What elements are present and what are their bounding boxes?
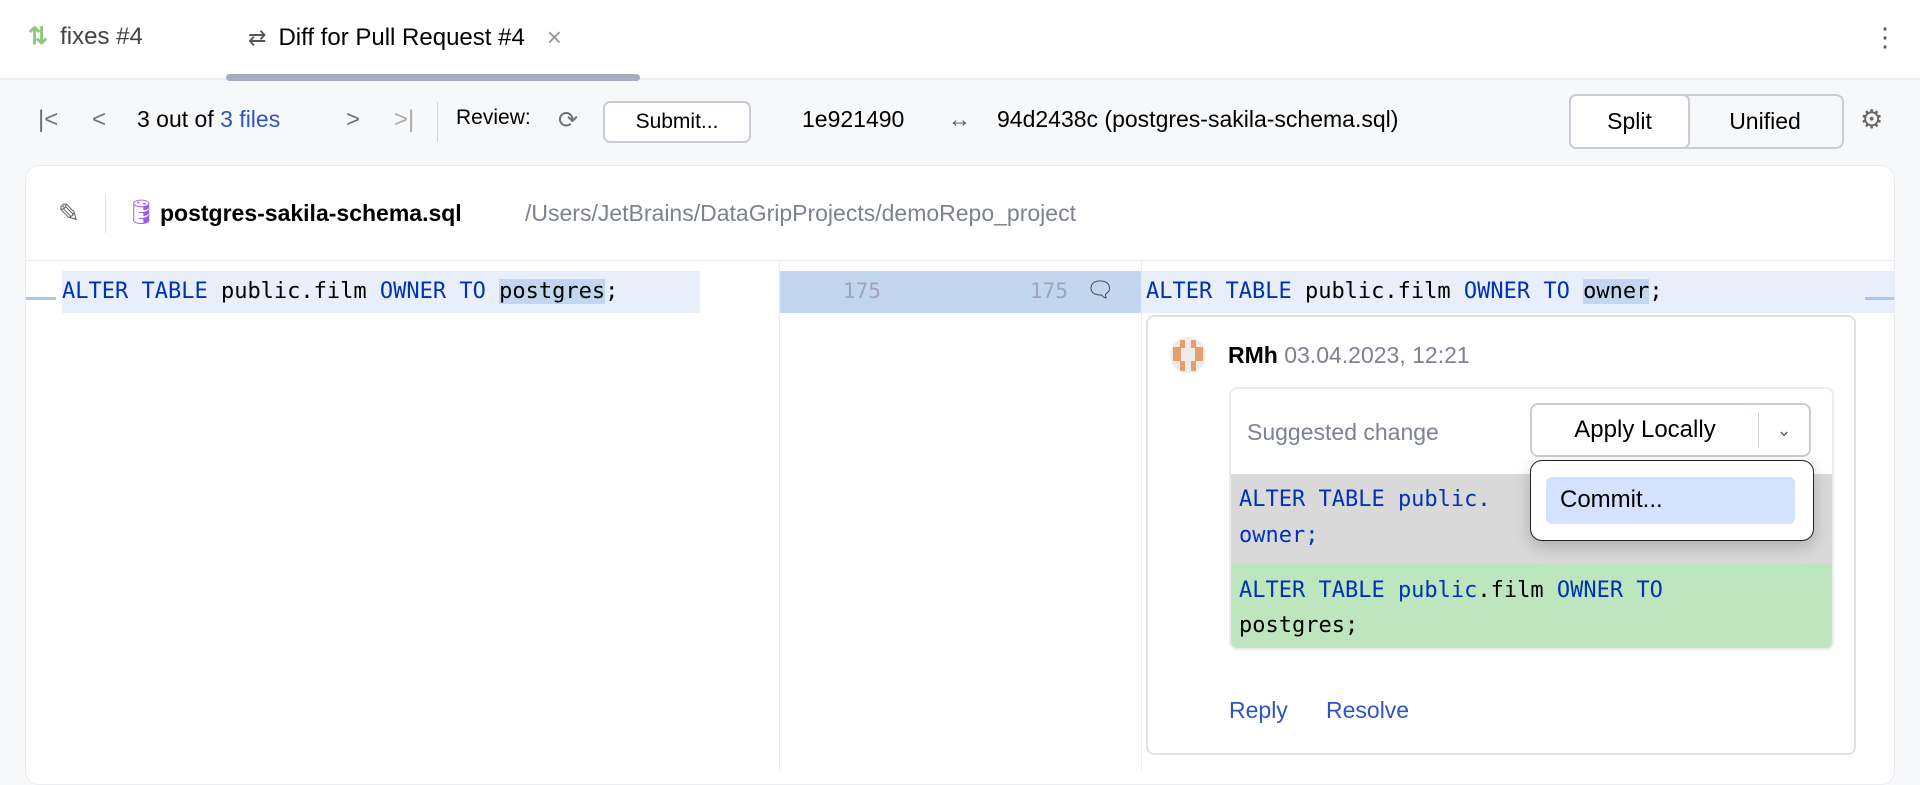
tab-bar: ⇅ fixes #4 ⇄ Diff for Pull Request #4 × … [0,0,1920,81]
file-position: 3 out of 3 files [137,106,281,133]
change-marker-right [1865,297,1894,300]
edit-pencil-icon[interactable]: ✎ [58,198,80,229]
avatar [1170,337,1206,373]
right-line-number: 175 [1030,279,1068,303]
swap-icon[interactable]: ↔ [948,106,971,133]
pane-divider-left [779,261,780,770]
added-line: ALTER TABLE public.film OWNER TO [1239,578,1663,603]
last-icon: >| [394,106,415,133]
added-line: postgres; [1239,613,1359,638]
split-button[interactable]: Split [1569,94,1690,149]
removed-line: owner; [1239,523,1319,548]
left-line-number: 175 [843,279,881,303]
submit-button[interactable]: Submit... [603,101,751,143]
add-comment-icon[interactable]: 🗨 [1086,277,1114,303]
refresh-icon: ⟳ [558,107,579,134]
first-icon: |< [38,106,59,133]
chevron-left-icon: < [92,106,107,133]
tab-diff[interactable]: ⇄ Diff for Pull Request #4 × [248,22,562,53]
settings-gear-icon[interactable]: ⚙ [1860,104,1883,135]
reply-link[interactable]: Reply [1229,697,1288,724]
diff-icon: ⇄ [248,24,267,50]
apply-dropdown-menu: Commit... [1530,460,1814,541]
changed-word: owner [1583,279,1650,304]
removed-line: ALTER TABLE public. [1239,487,1491,512]
left-code-line: ALTER TABLE public.film OWNER TO postgre… [62,271,700,313]
toolbar-separator [437,102,438,142]
left-revision: 1e921490 [802,106,905,132]
comment-header: RMh 03.04.2023, 12:21 [1228,342,1470,369]
chevron-down-icon[interactable]: ⌄ [1759,420,1809,441]
review-label: Review: [456,106,531,129]
right-code-line: ALTER TABLE public.film OWNER TO owner; [1142,271,1894,313]
pane-divider-right [1141,261,1142,770]
pull-request-icon: ⇅ [28,23,49,50]
suggested-change-label: Suggested change [1247,419,1439,445]
line-gutter: 175 175 🗨 [780,271,1141,313]
refresh-button[interactable]: ⟳ [558,106,578,135]
comment-author: RMh [1228,342,1278,368]
apply-locally-split-button: Apply Locally ⌄ [1530,403,1811,457]
more-options-icon[interactable]: ⋮ [1872,22,1898,53]
changed-word: postgres [499,279,606,304]
apply-locally-button[interactable]: Apply Locally [1532,416,1758,444]
first-file-button[interactable]: |< [38,106,58,134]
prev-file-button[interactable]: < [92,106,106,134]
menu-item-commit[interactable]: Commit... [1546,477,1795,524]
added-lines: ALTER TABLE public.film OWNER TO postgre… [1231,564,1832,648]
file-name: postgres-sakila-schema.sql [160,200,462,226]
last-file-button[interactable]: >| [394,106,414,134]
header-separator [105,193,106,233]
file-path: /Users/JetBrains/DataGripProjects/demoRe… [525,200,1076,226]
change-marker-left [26,297,56,300]
comment-date: 03.04.2023, 12:21 [1284,342,1470,368]
active-tab-indicator [226,74,640,81]
next-file-button[interactable]: > [346,106,360,134]
close-icon[interactable]: × [547,22,562,53]
right-revision: 94d2438c (postgres-sakila-schema.sql) [997,106,1399,132]
resolve-link[interactable]: Resolve [1326,697,1409,724]
files-link[interactable]: 3 files [220,106,280,133]
chevron-right-icon: > [346,106,361,133]
database-icon: 🛢 [126,199,157,226]
unified-button[interactable]: Unified [1688,96,1842,147]
header-divider [26,260,1894,261]
view-mode-toggle: Split Unified [1569,94,1844,149]
tab-fixes[interactable]: ⇅ fixes #4 [28,22,143,51]
